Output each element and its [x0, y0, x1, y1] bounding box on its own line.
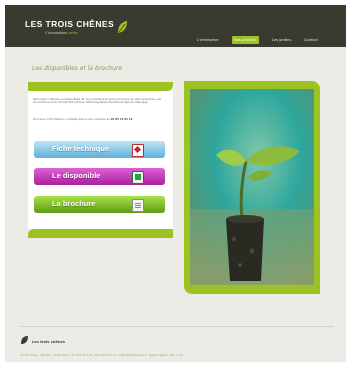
nav-item-produits[interactable]: Nos produits — [232, 36, 259, 44]
download-panel: Retrouvez ci-dessous la disponibilité de… — [28, 91, 173, 229]
photo-frame — [184, 81, 320, 294]
nav-item-jardins[interactable]: Les jardins — [270, 36, 293, 44]
disponible-button[interactable]: Le disponible — [34, 168, 165, 185]
site-header: LES TROIS CHÊNES L'innovation verte L'en… — [5, 5, 346, 47]
brand-subtitle-accent: verte — [68, 31, 78, 35]
nav-item-entreprise[interactable]: L'entreprise — [195, 36, 220, 44]
brand-subtitle-prefix: L'innovation — [45, 31, 69, 35]
brand-title[interactable]: LES TROIS CHÊNES — [25, 19, 114, 29]
contact-prefix: Pour plus d'informations, n'hésitez pas … — [33, 118, 110, 121]
footer-divider — [20, 326, 334, 327]
document-icon — [132, 199, 144, 212]
contact-phone: 03 85 76 03 42 — [110, 118, 133, 121]
footer-text: Les Trois Chênes – Pépinière – 71 000 Mâ… — [20, 354, 183, 357]
intro-text: Retrouvez ci-dessous la disponibilité de… — [33, 98, 161, 105]
fiche-technique-button[interactable]: Fiche technique — [34, 141, 165, 158]
seedling-photo — [190, 89, 314, 285]
pdf-icon — [132, 144, 144, 157]
brochure-button[interactable]: La brochure — [34, 196, 165, 213]
main-nav: L'entreprise Nos produits Les jardins Co… — [5, 36, 346, 46]
footer-brand-name: Les trois chênes — [32, 340, 65, 344]
oak-leaf-icon — [118, 21, 127, 33]
page-title: Les disponibles et la brochure — [32, 65, 123, 72]
fiche-technique-label: Fiche technique — [52, 144, 110, 153]
nav-item-contact[interactable]: Contact — [302, 36, 320, 44]
seedling-illustration — [190, 89, 314, 285]
contact-text: Pour plus d'informations, n'hésitez pas … — [33, 118, 167, 121]
disponible-label: Le disponible — [52, 171, 101, 180]
panel-top-bar — [28, 82, 173, 91]
page: LES TROIS CHÊNES L'innovation verte L'en… — [5, 5, 346, 362]
excel-icon — [132, 171, 144, 184]
footer-logo-icon — [21, 336, 28, 344]
panel-bottom-bar — [28, 229, 173, 238]
brochure-label: La brochure — [52, 199, 96, 208]
brand-subtitle: L'innovation verte — [45, 31, 78, 35]
